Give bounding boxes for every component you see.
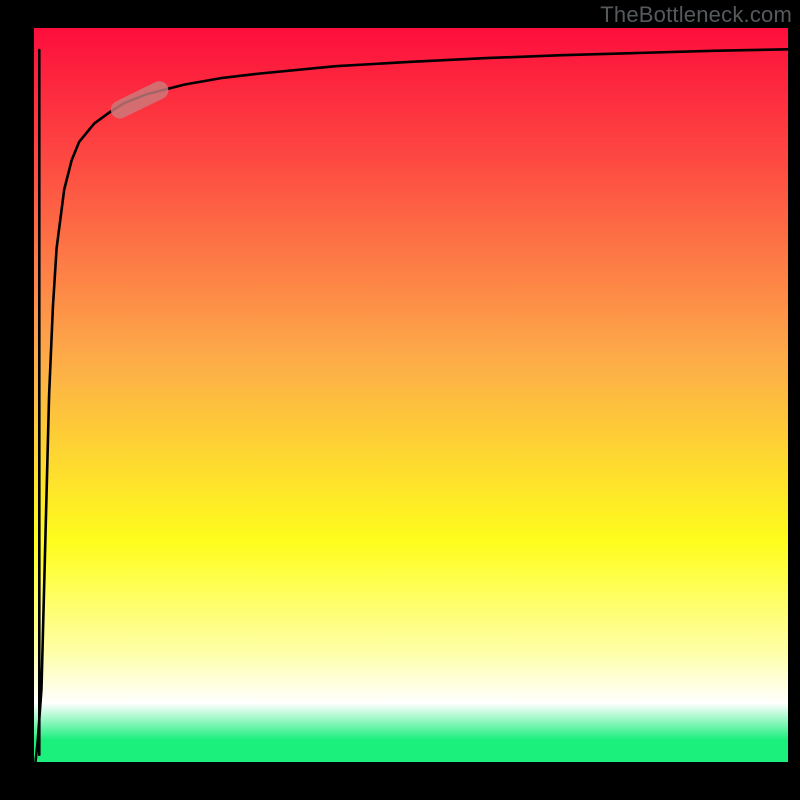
plot-svg xyxy=(0,0,800,800)
chart-root: TheBottleneck.com xyxy=(0,0,800,800)
gradient-background xyxy=(34,28,788,762)
watermark-text: TheBottleneck.com xyxy=(600,2,792,28)
